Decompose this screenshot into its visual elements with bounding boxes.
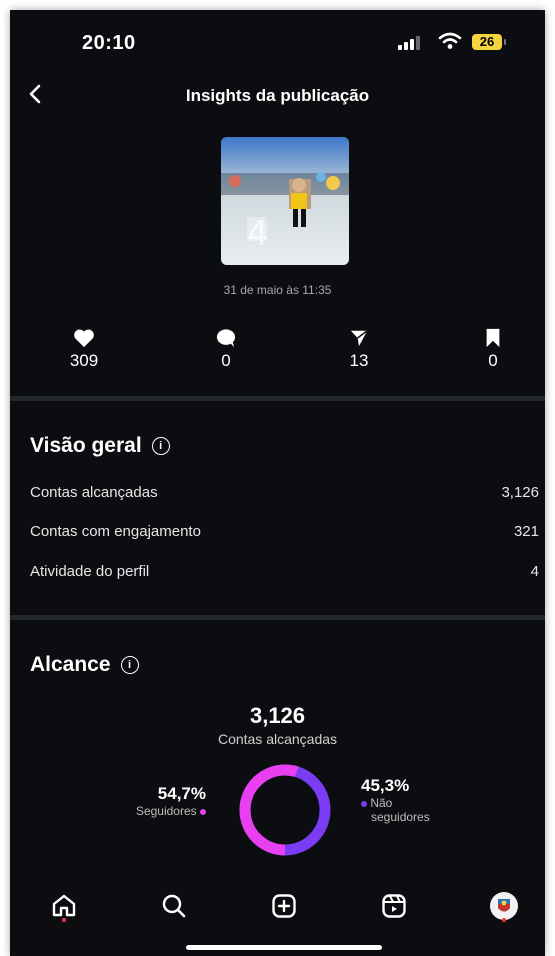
divider	[10, 615, 545, 620]
nav-create[interactable]	[264, 886, 304, 926]
reach-title: Alcance	[30, 653, 111, 676]
stat-saves: 0	[463, 328, 523, 371]
stat-comments: 0	[196, 328, 256, 371]
bookmark-icon	[486, 328, 500, 348]
nonfollowers-dot	[361, 800, 367, 807]
row-label: Contas alcançadas	[30, 484, 158, 501]
create-icon	[272, 894, 296, 918]
heart-icon	[74, 329, 94, 348]
reach-total-label: Contas alcançadas	[217, 731, 338, 747]
followers-label: Seguidores	[135, 804, 197, 818]
search-icon	[162, 894, 186, 918]
overview-row[interactable]: Contas alcançadas 3,126	[30, 484, 539, 501]
overview-row[interactable]: Atividade do perfil 4	[30, 563, 539, 580]
nonfollowers-label: Não	[370, 796, 393, 810]
profile-avatar	[490, 892, 518, 920]
saves-count: 0	[488, 351, 498, 370]
comment-icon	[216, 329, 236, 348]
legend-nonfollowers: 45,3% Não seguidores	[361, 776, 471, 824]
overview-section-title: Visão geral i	[30, 434, 170, 458]
row-value: 3,126	[501, 484, 539, 501]
battery-icon: 26	[472, 34, 502, 50]
overview-title: Visão geral	[30, 434, 142, 457]
followers-percent: 54,7%	[157, 784, 206, 803]
reach-section-title: Alcance i	[30, 653, 139, 677]
reach-total: 3,126	[249, 703, 306, 728]
shares-count: 13	[349, 351, 369, 370]
wifi-icon	[438, 32, 462, 49]
divider	[10, 396, 545, 401]
nav-profile-indicator-dot	[502, 918, 506, 922]
info-icon[interactable]: i	[120, 656, 139, 674]
reels-icon	[382, 894, 406, 918]
page-title: Insights da publicação	[185, 86, 370, 105]
info-icon[interactable]: i	[151, 437, 170, 455]
nonfollowers-label-2: seguidores	[371, 810, 430, 824]
post-date: 31 de maio às 11:35	[223, 283, 332, 297]
post-thumbnail[interactable]: 4	[221, 137, 349, 265]
nav-home-indicator-dot	[62, 918, 66, 922]
nav-search[interactable]	[154, 886, 194, 926]
phone-screen: 20:10 26 Insights da publicação 4 31 de …	[10, 10, 545, 956]
bottom-navigation	[10, 876, 545, 936]
row-value: 4	[530, 563, 539, 580]
battery-tip	[504, 39, 506, 45]
stat-likes: 309	[54, 328, 114, 371]
nonfollowers-percent: 45,3%	[361, 776, 410, 795]
status-time: 20:10	[82, 32, 136, 54]
legend-followers: 54,7% Seguidores	[110, 784, 206, 818]
top-bar: Insights da publicação	[10, 74, 545, 118]
send-icon	[350, 330, 368, 347]
stat-shares: 13	[329, 328, 389, 371]
home-indicator[interactable]	[186, 945, 382, 950]
post-image: 4	[221, 137, 349, 265]
home-icon	[52, 894, 76, 917]
reach-donut-chart	[239, 764, 331, 856]
followers-dot	[200, 808, 206, 815]
status-bar: 20:10 26	[10, 10, 545, 72]
comments-count: 0	[221, 351, 231, 370]
row-label: Atividade do perfil	[30, 563, 150, 580]
signal-icon	[398, 36, 424, 50]
row-value: 321	[513, 523, 539, 540]
overview-row[interactable]: Contas com engajamento 321	[30, 523, 539, 540]
row-label: Contas com engajamento	[30, 523, 201, 540]
nav-reels[interactable]	[374, 886, 414, 926]
likes-count: 309	[69, 351, 99, 370]
